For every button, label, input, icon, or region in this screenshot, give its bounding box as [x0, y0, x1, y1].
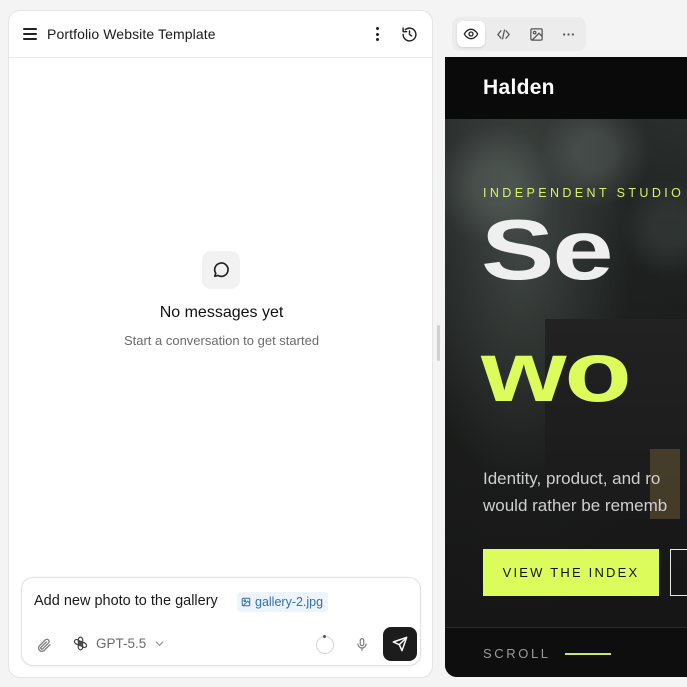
image-icon — [529, 27, 543, 41]
paperclip-icon[interactable] — [36, 636, 52, 654]
preview-tab-button[interactable] — [457, 21, 485, 47]
empty-state-title: No messages yet — [159, 304, 284, 321]
scroll-indicator: SCROLL — [445, 627, 687, 677]
loading-spinner-icon — [316, 635, 334, 654]
hero-description: Identity, product, and ro would rather b… — [483, 465, 687, 519]
scroll-line — [565, 653, 611, 655]
send-icon — [392, 636, 408, 652]
preview-toolbar — [452, 17, 586, 51]
site-nav: Halden — [445, 57, 687, 119]
code-icon — [496, 29, 510, 39]
project-title: Portfolio Website Template — [47, 26, 216, 42]
menu-icon[interactable] — [23, 28, 37, 40]
more-tools-button[interactable] — [554, 21, 582, 47]
site-preview: Halden INDEPENDENT STUDIO Se wo Identity… — [445, 57, 687, 677]
send-button[interactable] — [383, 627, 417, 661]
hero-headline-line1: Se — [481, 201, 614, 298]
image-tab-button[interactable] — [522, 21, 550, 47]
message-input[interactable]: Add new photo to the gallery — [34, 593, 218, 609]
hero-eyebrow: INDEPENDENT STUDIO — [483, 186, 685, 200]
attachment-name: gallery-2.jpg — [255, 595, 324, 609]
eye-icon — [463, 28, 479, 40]
chat-panel: Portfolio Website Template No messages y… — [8, 10, 433, 678]
message-composer[interactable]: Add new photo to the gallery gallery-2.j… — [21, 577, 421, 666]
view-index-button[interactable]: VIEW THE INDEX — [483, 549, 659, 596]
ellipsis-icon — [562, 32, 574, 36]
more-options-icon[interactable] — [371, 25, 383, 43]
hero-description-line1: Identity, product, and ro — [483, 469, 661, 488]
microphone-icon[interactable] — [355, 635, 369, 654]
scroll-label: SCROLL — [483, 646, 551, 661]
chevron-down-icon — [155, 641, 164, 647]
attachment-chip[interactable]: gallery-2.jpg — [237, 592, 329, 612]
image-icon — [241, 597, 251, 607]
hero-headline-line2: wo — [481, 323, 632, 420]
secondary-cta-button[interactable] — [670, 549, 687, 596]
model-label: GPT-5.5 — [96, 636, 147, 651]
panel-resize-handle[interactable] — [437, 325, 440, 361]
chat-header: Portfolio Website Template — [9, 11, 432, 58]
empty-state-subtitle: Start a conversation to get started — [123, 333, 320, 348]
history-icon[interactable] — [401, 26, 418, 43]
hero-description-line2: would rather be rememb — [483, 496, 668, 515]
code-tab-button[interactable] — [489, 21, 517, 47]
model-selector[interactable]: GPT-5.5 — [72, 635, 164, 652]
openai-icon — [73, 636, 88, 651]
site-brand[interactable]: Halden — [483, 76, 555, 100]
chat-bubble-icon — [202, 251, 240, 289]
